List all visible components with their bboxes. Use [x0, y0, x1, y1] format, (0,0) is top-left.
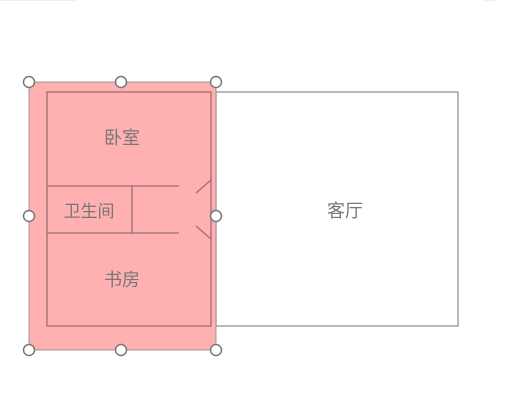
- floorplan-svg[interactable]: 客厅 卧室 卫生间 书房: [0, 0, 505, 411]
- selected-room-group[interactable]: 卧室 卫生间 书房: [28, 81, 217, 351]
- bathroom-label: 卫生间: [64, 202, 115, 222]
- resize-handle-top-right[interactable]: [209, 75, 223, 89]
- selection-highlight[interactable]: [29, 82, 216, 350]
- resize-handle-bottom-left[interactable]: [22, 343, 36, 357]
- resize-handle-top[interactable]: [114, 75, 128, 89]
- floorplan-canvas[interactable]: 客厅 卧室 卫生间 书房: [0, 0, 505, 411]
- resize-handle-bottom[interactable]: [114, 343, 128, 357]
- living-room-label: 客厅: [327, 201, 363, 222]
- study-label: 书房: [104, 270, 140, 291]
- resize-handle-left[interactable]: [22, 209, 36, 223]
- resize-handle-right[interactable]: [209, 209, 223, 223]
- bedroom-label: 卧室: [104, 128, 140, 149]
- room-living-room[interactable]: 客厅: [215, 91, 459, 327]
- resize-handle-top-left[interactable]: [22, 75, 36, 89]
- resize-handle-bottom-right[interactable]: [209, 343, 223, 357]
